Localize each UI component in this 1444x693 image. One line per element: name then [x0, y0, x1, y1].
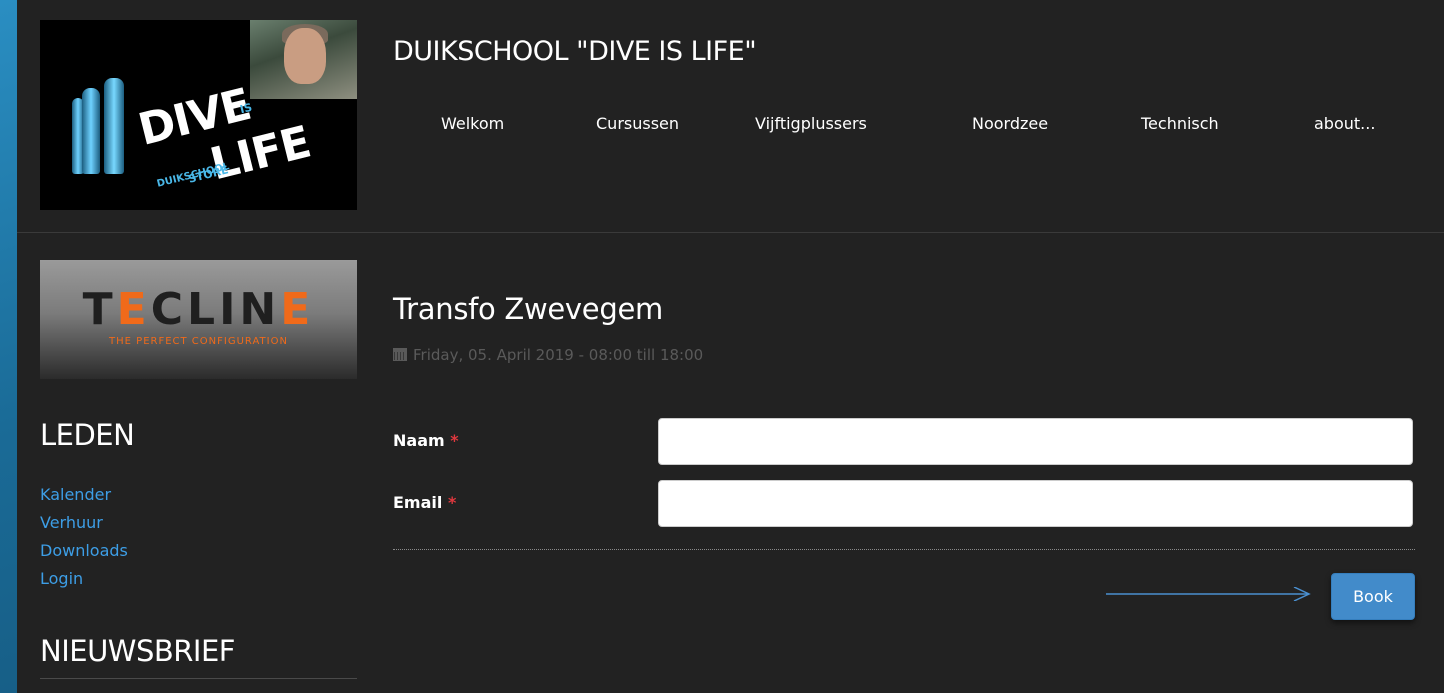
sidebar-link-login[interactable]: Login [40, 565, 128, 593]
site-header: DIVE IS LIFE STORE DUIKSCHOOL DUIKSCHOOL… [17, 0, 1444, 233]
nav-item-cursussen[interactable]: Cursussen [596, 114, 679, 133]
nav-item-about[interactable]: about... [1314, 114, 1375, 133]
instructor-photo [250, 20, 357, 99]
tecline-logo-text: TECLINE [82, 284, 315, 335]
sidebar-link-verhuur[interactable]: Verhuur [40, 509, 128, 537]
required-marker: * [450, 431, 459, 450]
book-button[interactable]: Book [1331, 573, 1415, 620]
site-title[interactable]: DUIKSCHOOL "DIVE IS LIFE" [393, 36, 757, 67]
email-label: Email * [393, 493, 457, 512]
event-title: Transfo Zwevegem [393, 292, 663, 326]
calendar-icon [393, 348, 407, 361]
form-divider [393, 549, 1415, 550]
nieuwsbrief-heading: NIEUWSBRIEF [40, 634, 235, 668]
tecline-banner[interactable]: TECLINE THE PERFECT CONFIGURATION [40, 260, 357, 379]
tecline-slogan: THE PERFECT CONFIGURATION [109, 336, 288, 347]
sidebar-link-downloads[interactable]: Downloads [40, 537, 128, 565]
name-field[interactable] [658, 418, 1413, 465]
required-marker: * [447, 493, 457, 512]
sidebar-link-kalender[interactable]: Kalender [40, 481, 128, 509]
page-frame: DIVE IS LIFE STORE DUIKSCHOOL DUIKSCHOOL… [17, 0, 1444, 693]
event-date-text: Friday, 05. April 2019 - 08:00 till 18:0… [413, 346, 704, 364]
main-nav: Welkom Cursussen Vijftigplussers Noordze… [17, 114, 1444, 138]
leden-heading: LEDEN [40, 418, 135, 452]
nav-item-technisch[interactable]: Technisch [1141, 114, 1219, 133]
nav-item-noordzee[interactable]: Noordzee [972, 114, 1048, 133]
nav-item-welkom[interactable]: Welkom [441, 114, 504, 133]
nav-item-vijftigplussers[interactable]: Vijftigplussers [755, 114, 867, 133]
name-label: Naam * [393, 431, 459, 450]
event-date: Friday, 05. April 2019 - 08:00 till 18:0… [393, 346, 703, 364]
divider [40, 678, 357, 679]
arrow-right-icon [1106, 587, 1311, 601]
leden-links: Kalender Verhuur Downloads Login [40, 481, 128, 593]
email-field[interactable] [658, 480, 1413, 527]
